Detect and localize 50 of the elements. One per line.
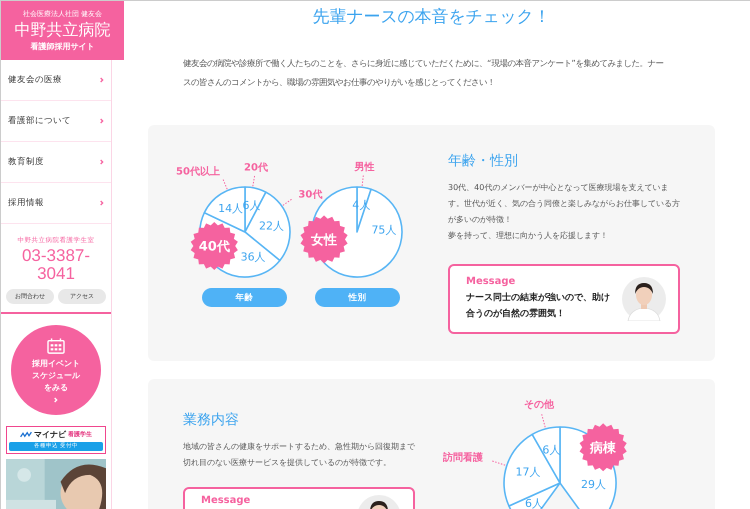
chevron-icon	[100, 200, 104, 206]
slice-value: 6人	[524, 497, 543, 509]
slice-label: 50代以上	[176, 166, 220, 178]
nav-item[interactable]: 教育制度	[1, 142, 111, 183]
message-text: ナース同士の結束が強いので、助け合うのが自然の雰囲気！	[466, 291, 611, 321]
leader-line	[362, 174, 364, 186]
section-heading: 業務内容	[183, 411, 240, 429]
nav-item[interactable]: 看護部について	[1, 101, 111, 142]
section-text: 地域の皆さんの健康をサポートするため、急性期から回復期まで切れ目のない医療サービスを提供しているのが特徴です。	[183, 441, 415, 469]
logo-mark-icon	[20, 431, 32, 438]
phone-number: 03-3387-3041	[20, 247, 92, 283]
slice-label: 30代	[298, 189, 322, 200]
page-title: 先輩ナースの本音をチェック！	[312, 6, 552, 28]
message-label: Message	[201, 495, 252, 506]
site-subtitle: 看護師採用サイト	[30, 41, 94, 52]
chevron-icon	[100, 77, 104, 83]
calendar-icon	[47, 338, 65, 354]
slice-value: 75人	[371, 223, 396, 236]
slice-label: 病棟	[589, 440, 618, 456]
chevron-icon	[100, 159, 104, 165]
chevron-icon	[54, 396, 58, 402]
message-label: Message	[466, 276, 516, 287]
chevron-icon	[100, 118, 104, 124]
slice-value: 17人	[516, 466, 541, 479]
category-badge: 病棟	[580, 423, 627, 472]
slice-label: 40代	[198, 240, 230, 255]
section-heading: 年齢・性別	[448, 152, 519, 170]
slice-value: 22人	[258, 220, 284, 233]
slice-label: 男性	[354, 162, 374, 173]
slice-label: 女性	[310, 232, 338, 248]
slice-value: 29人	[581, 478, 606, 492]
category-badge: 40代	[190, 222, 238, 270]
slice-label: 20代	[244, 162, 268, 174]
nav-item[interactable]: 採用情報	[1, 183, 111, 224]
logo-text: マイナビ	[34, 429, 66, 440]
slice-value: 14人	[218, 202, 244, 216]
slice-value: 36人	[240, 250, 266, 264]
section-text: 30代、40代のメンバーが中心となって医療現場を支えています。世代が近く、気の合う同僚と楽しみながらお仕事している方が多いのが特徴！	[448, 182, 680, 226]
leader-line	[222, 178, 228, 190]
intro-text: 健友会の病院や診療所で働く人たちのことを、さらに身近に感じていただくために、“現場の本音アンケート”を集めてみました。ナースの皆さんのコメントから、職場の雰囲気やお仕事のやりがいを感じとってください！	[183, 57, 665, 89]
leader-line	[491, 460, 506, 466]
hospital-name: 中野共立病院	[14, 21, 110, 39]
leader-line	[252, 174, 256, 187]
slice-label: 訪問看護	[442, 452, 483, 464]
slice-label: その他	[524, 399, 554, 410]
section-text: 夢を持って、理想に向かう人を応援します！	[448, 230, 609, 242]
category-badge: 女性	[300, 215, 348, 264]
leader-line	[282, 198, 293, 206]
nav-item[interactable]: 健友会の医療	[1, 60, 111, 101]
leader-line	[541, 413, 546, 428]
